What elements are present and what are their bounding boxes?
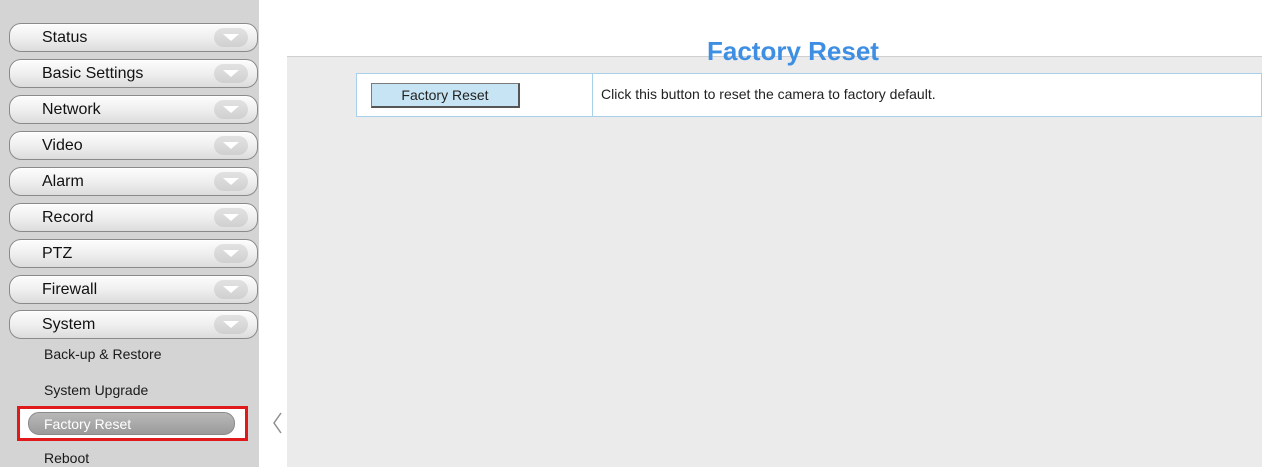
menu-item-status[interactable]: Status bbox=[9, 23, 258, 52]
menu-item-network[interactable]: Network bbox=[9, 95, 258, 124]
chevron-down-icon bbox=[214, 208, 248, 227]
chevron-down-icon bbox=[214, 64, 248, 83]
menu-item-video[interactable]: Video bbox=[9, 131, 258, 160]
active-highlight: Factory Reset bbox=[28, 412, 235, 435]
chevron-down-icon bbox=[214, 280, 248, 299]
menu-item-record[interactable]: Record bbox=[9, 203, 258, 232]
chevron-down-icon bbox=[214, 172, 248, 191]
menu-label: Firewall bbox=[42, 281, 98, 298]
menu-label: System bbox=[42, 316, 96, 333]
menu-item-firewall[interactable]: Firewall bbox=[9, 275, 258, 304]
menu-label: Network bbox=[42, 101, 101, 118]
row-divider bbox=[592, 74, 593, 116]
menu-item-system[interactable]: System bbox=[9, 310, 258, 339]
chevron-down-icon bbox=[214, 136, 248, 155]
submenu-item-reboot[interactable]: Reboot bbox=[44, 450, 89, 466]
menu-label: Alarm bbox=[42, 173, 84, 190]
submenu-item-backup-restore[interactable]: Back-up & Restore bbox=[44, 346, 162, 362]
submenu-label: Factory Reset bbox=[44, 416, 132, 432]
page-title: Factory Reset bbox=[707, 36, 879, 66]
factory-reset-button[interactable]: Factory Reset bbox=[371, 83, 520, 108]
chevron-down-icon bbox=[214, 100, 248, 119]
chevron-down-icon bbox=[214, 28, 248, 47]
submenu-item-system-upgrade[interactable]: System Upgrade bbox=[44, 382, 148, 398]
menu-label: Video bbox=[42, 137, 83, 154]
menu-label: Basic Settings bbox=[42, 65, 144, 82]
submenu-item-factory-reset[interactable]: Factory Reset bbox=[17, 406, 248, 441]
menu-label: PTZ bbox=[42, 245, 73, 262]
chevron-down-icon bbox=[214, 315, 248, 334]
menu-item-ptz[interactable]: PTZ bbox=[9, 239, 258, 268]
chevron-down-icon bbox=[214, 244, 248, 263]
menu-item-basic-settings[interactable]: Basic Settings bbox=[9, 59, 258, 88]
factory-reset-description: Click this button to reset the camera to… bbox=[601, 86, 936, 102]
menu-item-alarm[interactable]: Alarm bbox=[9, 167, 258, 196]
sidebar: Status Basic Settings Network Video Alar… bbox=[0, 0, 259, 467]
factory-reset-row: Factory Reset Click this button to reset… bbox=[356, 73, 1262, 117]
chevron-left-icon[interactable] bbox=[272, 412, 282, 439]
menu-label: Status bbox=[42, 29, 88, 46]
menu-label: Record bbox=[42, 209, 94, 226]
